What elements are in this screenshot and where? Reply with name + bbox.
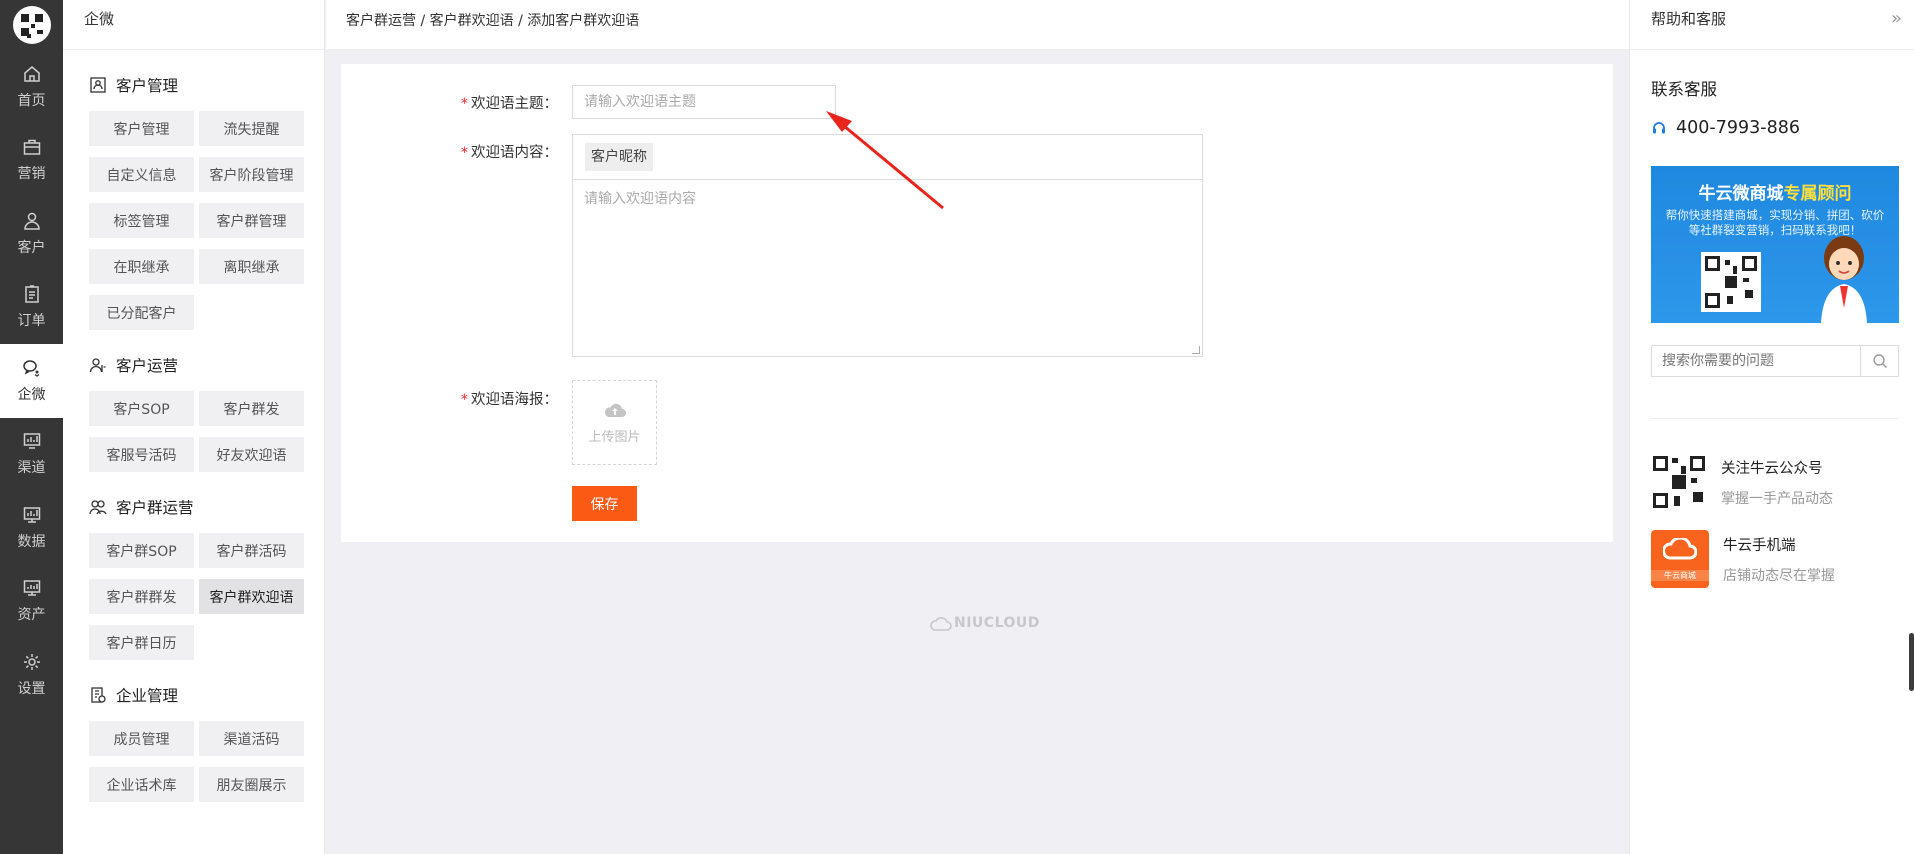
subject-input[interactable]: 请输入欢迎语主题 [572,85,836,119]
menu-group-title: 客户群运营 [89,496,324,518]
menu-item[interactable]: 流失提醒 [199,111,304,146]
menu-item[interactable]: 自定义信息 [89,157,194,192]
help-panel: 帮助和客服 » 联系客服 400-7993-886 牛云微商城专属顾问 帮你快速… [1629,0,1914,854]
consultant-illustration [1821,236,1867,323]
secondary-menu: 企微 客户管理 客户管理 流失提醒 自定义信息 客户阶段管理 标签管理 客户群管理 在职继承离… [63,0,325,854]
insert-nickname-tag[interactable]: 客户昵称 [585,143,653,171]
official-account-qr-icon [1651,454,1707,510]
menu-group: 客户管理 客户管理 流失提醒 自定义信息 客户阶段管理 标签管理 客户群管理 在职继承 离职继承… [63,74,324,330]
content-label: * 欢迎语内容： [460,145,558,161]
headset-icon [1653,122,1665,134]
menu-group: 客户运营客户SOP 客户群发 客服号活码 好友欢迎语 [63,354,324,472]
help-header: 帮助和客服 » [1630,0,1914,50]
rail-item-2[interactable]: 客户 [0,197,63,271]
help-search-input[interactable] [1652,346,1860,376]
rail-item-1[interactable]: 营销 [0,124,63,198]
cloud-logo-icon [930,617,952,631]
content-tag-bar: 客户昵称 [573,135,1202,180]
search-icon[interactable] [1860,346,1898,376]
menu-item[interactable]: 企业话术库 [89,767,194,802]
clipboard-icon [24,285,39,303]
menu-item[interactable]: 客户阶段管理 [199,157,304,192]
menu-item[interactable]: 客户群活码 [199,533,304,568]
menu-item[interactable]: 朋友圈展示 [199,767,304,802]
rail-item-8[interactable]: 设置 [0,638,63,712]
monitor-chart-icon [23,507,40,523]
menu-title: 企微 [63,0,324,50]
consultant-banner[interactable]: 牛云微商城专属顾问 帮你快速搭建商城，实现分销、拼团、砍价等社群裂变营销，扫码联… [1651,166,1899,323]
menu-item[interactable]: 成员管理 [89,721,194,756]
menu-group-title: 客户运营 [89,354,324,376]
briefcase-icon [23,140,40,155]
menu-item[interactable]: 好友欢迎语 [199,437,304,472]
menu-item[interactable]: 客户群日历 [89,625,194,660]
rail-item-4[interactable]: 企微 [0,344,63,418]
help-divider [1651,418,1899,419]
help-search [1651,345,1899,377]
banner-qr-code [1701,252,1761,312]
phone-row: 400-7993-886 [1651,118,1800,138]
menu-item[interactable]: 客服号活码 [89,437,194,472]
monitor-icon [23,580,40,596]
rail-item-6[interactable]: 数据 [0,491,63,565]
enterprise-icon [91,687,106,703]
menu-group-title: 企业管理 [89,684,324,706]
menu-group: 客户群运营客户群SOP 客户群活码 客户群群发 客户群欢迎语 客户群日历 [63,496,324,660]
icon-rail: 首页 营销 客户 订单 企微 渠道 数据 资产 设置 [0,0,63,854]
user-icon [23,212,40,230]
top-bar: 客户群运营 / 客户群欢迎语 / 添加客户群欢迎语 [326,0,1629,50]
rail-item-7[interactable]: 资产 [0,565,63,639]
scrollbar[interactable] [1909,633,1914,691]
contact-card-icon [90,77,106,93]
poster-label: * 欢迎语海报： [460,392,558,408]
logo[interactable] [0,0,63,50]
wechat-icon [22,360,39,377]
rail-item-5[interactable]: 渠道 [0,418,63,492]
follow-official-account[interactable]: 关注牛云公众号 掌握一手产品动态 [1651,454,1833,510]
menu-item[interactable]: 客户群欢迎语 [199,579,304,614]
content-textarea[interactable]: 请输入欢迎语内容 [573,180,1202,216]
menu-item[interactable]: 渠道活码 [199,721,304,756]
logo-icon [12,6,51,44]
rail-item-3[interactable]: 订单 [0,271,63,345]
menu-item[interactable]: 离职继承 [199,249,304,284]
home-icon [23,65,40,82]
group-icon [89,500,107,515]
rail-item-0[interactable]: 首页 [0,50,63,124]
save-button[interactable]: 保存 [572,486,637,521]
menu-item[interactable]: 客户SOP [89,391,194,426]
menu-item[interactable]: 在职继承 [89,249,194,284]
menu-group: 企业管理成员管理 渠道活码 企业话术库 朋友圈展示 [63,684,324,802]
content-editor: 客户昵称 请输入欢迎语内容 [572,134,1203,357]
cloud-upload-icon [604,403,626,417]
menu-item[interactable]: 已分配客户 [89,295,194,330]
menu-item[interactable]: 客户群SOP [89,533,194,568]
app-logo-icon: 牛云商城 [1651,530,1709,588]
chart-icon [23,433,40,449]
menu-item[interactable]: 客户群群发 [89,579,194,614]
gear-icon [23,653,40,670]
mobile-app-link[interactable]: 牛云商城 牛云手机端 店铺动态尽在掌握 [1651,530,1835,588]
niucloud-watermark: NIUCLOUD [930,614,1040,632]
breadcrumb: 客户群运营 / 客户群欢迎语 / 添加客户群欢迎语 [346,13,640,29]
subject-label: * 欢迎语主题： [460,96,558,112]
menu-item[interactable]: 客户群管理 [199,203,304,238]
upload-image-button[interactable]: 上传图片 [572,380,657,465]
menu-item[interactable]: 客户管理 [89,111,194,146]
resize-handle[interactable] [1192,346,1200,354]
menu-item[interactable]: 标签管理 [89,203,194,238]
double-chevron-right-icon[interactable]: » [1891,0,1902,38]
user-operate-icon [89,358,106,373]
contact-title: 联系客服 [1651,80,1717,99]
menu-group-title: 客户管理 [89,74,324,96]
menu-item[interactable]: 客户群发 [199,391,304,426]
